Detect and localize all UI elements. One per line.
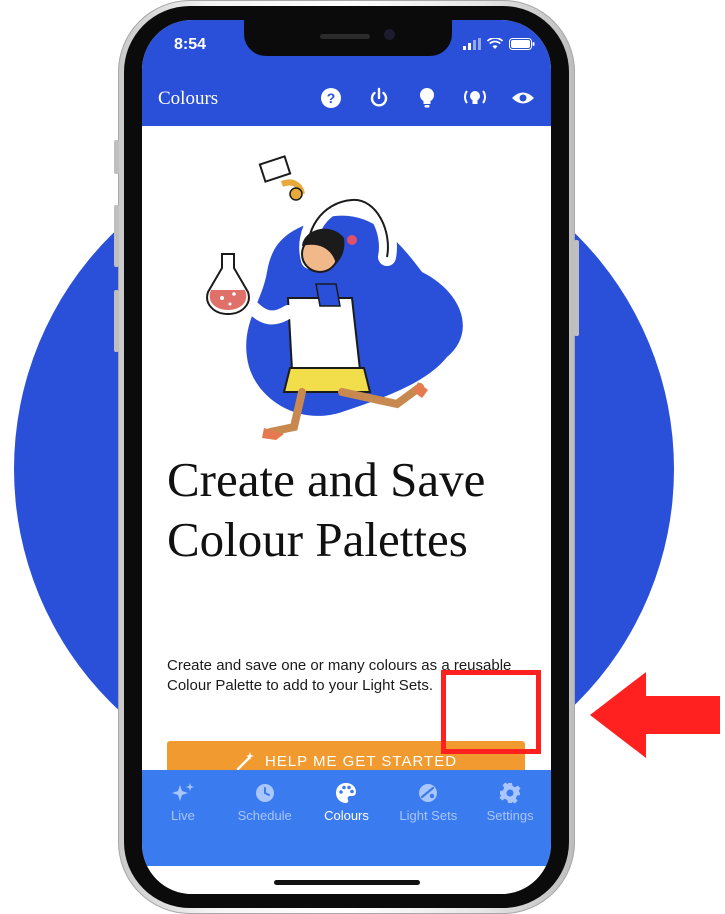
- tab-schedule[interactable]: Schedule: [224, 770, 306, 866]
- tab-settings-label: Settings: [486, 808, 534, 823]
- phone-screen: 8:54 Colours ? Create and Save Colour Pa…: [142, 20, 551, 894]
- eye-icon[interactable]: [509, 84, 537, 112]
- bottom-tab-bar: Live Schedule Colours Light Sets Setting…: [142, 770, 551, 866]
- light-sets-icon: [419, 784, 438, 802]
- tab-live-label: Live: [170, 808, 195, 823]
- svg-text:?: ?: [327, 90, 336, 106]
- sparkle-icon: [171, 783, 194, 801]
- status-bar: 8:54: [142, 20, 551, 72]
- home-indicator-area: [142, 866, 551, 894]
- tab-colours[interactable]: Colours: [306, 770, 388, 866]
- broadcast-icon[interactable]: [461, 84, 489, 112]
- schedule-icon: [255, 784, 274, 802]
- wifi-icon: [487, 38, 503, 49]
- power-side-button: [574, 240, 579, 336]
- pointer-arrow-icon: [590, 672, 720, 758]
- tab-live[interactable]: Live: [142, 770, 224, 866]
- volume-up-button: [114, 205, 119, 267]
- magic-wand-icon: [236, 752, 254, 771]
- front-camera: [384, 29, 395, 40]
- app-bar: Colours ?: [142, 72, 551, 126]
- status-time: 8:54: [174, 36, 207, 53]
- status-icons: [463, 38, 535, 50]
- app-bar-actions: ?: [317, 84, 537, 112]
- signal-icon: [463, 38, 481, 50]
- tab-colours-label: Colours: [324, 808, 369, 823]
- home-indicator: [274, 880, 420, 885]
- volume-down-button: [114, 290, 119, 352]
- settings-icon: [499, 782, 521, 804]
- palette-icon: [336, 783, 357, 803]
- page-title: Colours: [158, 88, 219, 109]
- help-icon[interactable]: ?: [317, 84, 345, 112]
- tab-settings[interactable]: Settings: [469, 770, 551, 866]
- tab-light-sets[interactable]: Light Sets: [387, 770, 469, 866]
- battery-icon: [509, 38, 535, 50]
- mute-switch: [114, 140, 119, 174]
- notch: [244, 20, 452, 56]
- tab-light-sets-label: Light Sets: [399, 808, 458, 823]
- headline: Create and Save Colour Palettes: [167, 452, 486, 567]
- power-icon[interactable]: [365, 84, 393, 112]
- fab-highlight-box: [441, 670, 541, 754]
- speaker-grille: [320, 34, 370, 39]
- scientist-illustration: [206, 155, 463, 440]
- bulb-icon[interactable]: [413, 84, 441, 112]
- tab-schedule-label: Schedule: [237, 808, 292, 823]
- help-me-get-started-label: HELP ME GET STARTED: [264, 752, 458, 770]
